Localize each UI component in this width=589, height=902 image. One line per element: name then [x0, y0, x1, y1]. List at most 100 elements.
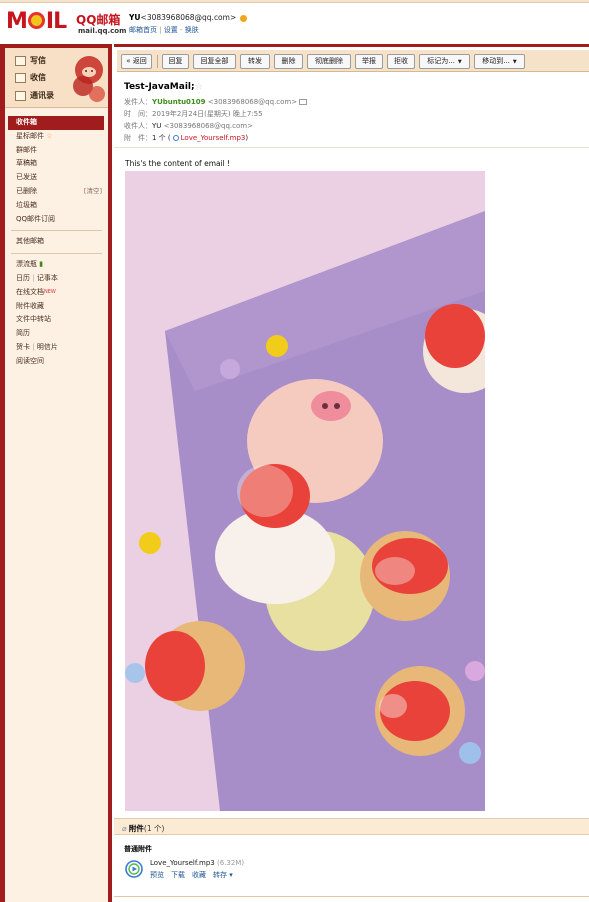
sidebar-item-starred[interactable]: 星标邮件 ☆ [5, 130, 108, 144]
sidebar-item-other-mail[interactable]: 其他邮箱 [5, 235, 108, 249]
sender-email: <3083968068@qq.com> [207, 98, 298, 106]
sidebar: 写信 收信 通讯录 收件箱 星标邮件 ☆ 群邮件 草稿箱 已发送 已删除 [清空]… [5, 48, 108, 902]
attachments-bar: ⌀ 附件(1 个) [114, 818, 589, 835]
folder-label: 星标邮件 [16, 131, 44, 140]
logo-qq-text: QQ邮箱 [76, 13, 121, 27]
bottle-icon: ▮ [39, 260, 44, 269]
calendar-link[interactable]: 日历 [16, 274, 30, 282]
sidebar-frame: 写信 收信 通讯录 收件箱 星标邮件 ☆ 群邮件 草稿箱 已发送 已删除 [清空]… [0, 44, 112, 902]
folder-label: 草稿箱 [16, 159, 37, 168]
sidebar-item-resume[interactable]: 简历 [5, 327, 108, 341]
sidebar-item-spam[interactable]: 垃圾箱 [5, 199, 108, 213]
time-value: 2019年2月24日(星期天) 晚上7:55 [152, 110, 263, 118]
favorite-link[interactable]: 收藏 [192, 871, 206, 879]
main-top-border [114, 44, 589, 47]
save-to-link[interactable]: 转存 ▾ [213, 871, 233, 879]
divider [11, 230, 102, 232]
mail-view: « 返回 回复 回复全部 转发 删除 彻底删除 举报 拒收 标记为... ▼ 移动… [114, 44, 589, 902]
envelope-icon [15, 72, 26, 83]
sidebar-item-deleted[interactable]: 已删除 [清空] [5, 185, 108, 199]
sidebar-item-online-docs[interactable]: 在线文档NEW [5, 286, 108, 300]
sidebar-item-inbox[interactable]: 收件箱 [8, 116, 104, 130]
back-button[interactable]: « 返回 [121, 54, 152, 69]
notes-link[interactable]: 记事本 [37, 274, 58, 282]
mail-body-text: This's the content of email ! [125, 159, 231, 168]
settings-link[interactable]: 设置 [164, 26, 178, 34]
recipient-name[interactable]: YU [152, 122, 161, 130]
skin-link[interactable]: 换肤 [185, 26, 199, 34]
download-link[interactable]: 下载 [171, 871, 185, 879]
delete-button[interactable]: 删除 [274, 54, 303, 69]
folder-label: 文件中转站 [16, 315, 51, 324]
attachment-link[interactable]: Love_Yourself.mp3 [181, 134, 246, 142]
sidebar-item-group-mail[interactable]: 群邮件 [5, 144, 108, 158]
to-row: 收件人：YU <3083968068@qq.com> [124, 121, 253, 131]
chevron-down-icon: ▼ [512, 59, 517, 65]
greeting-card-link[interactable]: 贺卡 [16, 343, 30, 351]
sidebar-actions: 写信 收信 通讯录 [5, 48, 108, 108]
link-dash: - [177, 26, 185, 34]
sidebar-item-drift-bottle[interactable]: 漂流瓶 ▮ [5, 258, 108, 272]
time-label: 时 间： [124, 110, 152, 118]
report-button[interactable]: 举报 [355, 54, 383, 69]
recipient-email: <3083968068@qq.com> [163, 122, 253, 130]
paperclip-icon: ⌀ [122, 824, 127, 833]
forward-button[interactable]: 转发 [240, 54, 270, 69]
folder-label: 群邮件 [16, 145, 37, 154]
attachments-title: 附件 [128, 824, 144, 833]
header: M IL QQ邮箱 mail.qq.com YU<3083968068@qq.co… [0, 3, 589, 44]
from-label: 发件人： [124, 98, 152, 106]
reply-button[interactable]: 回复 [162, 54, 189, 69]
receive-label: 收信 [30, 73, 46, 82]
contacts-button[interactable]: 通讯录 [15, 90, 54, 104]
contacts-label: 通讯录 [30, 91, 54, 100]
chevron-down-icon: ▼ [457, 59, 462, 65]
folder-label: 在线文档 [16, 287, 44, 296]
sidebar-item-reading-space[interactable]: 阅读空间 [5, 355, 108, 369]
sidebar-item-file-transfer[interactable]: 文件中转站 [5, 313, 108, 327]
attach-label: 附 件： [124, 134, 152, 142]
sidebar-item-cards-row: 贺卡 | 明信片 [16, 342, 58, 351]
mail-subject: Test-JavaMail;☆ [124, 82, 203, 92]
compose-label: 写信 [30, 56, 46, 65]
toolbar-divider [157, 55, 158, 68]
attach-close: ) [245, 134, 249, 142]
qq-mail-logo[interactable]: M IL QQ邮箱 mail.qq.com [6, 9, 126, 39]
reply-all-button[interactable]: 回复全部 [193, 54, 236, 69]
folder-label: 其他邮箱 [16, 237, 44, 246]
star-icon[interactable]: ☆ [195, 82, 203, 92]
music-file-icon [172, 135, 179, 141]
attachment-file-name[interactable]: Love_Yourself.mp3 [150, 859, 215, 867]
receive-button[interactable]: 收信 [15, 72, 46, 86]
permanent-delete-button[interactable]: 彻底删除 [307, 54, 351, 69]
preview-link[interactable]: 预览 [150, 871, 164, 879]
folder-label: 已发送 [16, 173, 37, 182]
audio-file-icon[interactable] [124, 859, 146, 879]
folder-label: 收件箱 [16, 118, 37, 126]
header-links: 邮箱首页 | 设置 - 换肤 [129, 25, 199, 35]
from-row: 发件人：YUbuntu0109 <3083968068@qq.com> [124, 97, 308, 107]
new-badge: NEW [44, 288, 56, 295]
compose-button[interactable]: 写信 [15, 55, 46, 69]
sidebar-item-drafts[interactable]: 草稿箱 [5, 157, 108, 171]
postcard-link[interactable]: 明信片 [37, 343, 58, 351]
normal-attachments-heading: 普通附件 [124, 845, 152, 853]
attachments-count: (1 个) [143, 824, 165, 833]
empty-trash-link[interactable]: [清空] [84, 185, 102, 199]
attachment-row: 附 件：1 个 (Love_Yourself.mp3) [124, 133, 248, 143]
move-to-label: 移动到... [482, 57, 510, 65]
sidebar-item-sent[interactable]: 已发送 [5, 171, 108, 185]
mail-home-link[interactable]: 邮箱首页 [129, 26, 157, 34]
status-icon[interactable] [240, 14, 248, 22]
sidebar-item-attach-collection[interactable]: 附件收藏 [5, 300, 108, 314]
contact-card-icon[interactable] [299, 99, 308, 105]
mark-as-dropdown[interactable]: 标记为... ▼ [419, 54, 470, 69]
sidebar-item-subscriptions[interactable]: QQ邮件订阅 [5, 213, 108, 227]
move-to-dropdown[interactable]: 移动到... ▼ [474, 54, 525, 69]
folder-label: 简历 [16, 329, 30, 338]
reject-button[interactable]: 拒收 [387, 54, 415, 69]
mark-as-label: 标记为... [427, 57, 455, 65]
folder-label: 漂流瓶 [16, 260, 37, 269]
sender-name[interactable]: YUbuntu0109 [152, 98, 206, 106]
sidebar-item-calendar-row: 日历 | 记事本 [16, 273, 58, 282]
